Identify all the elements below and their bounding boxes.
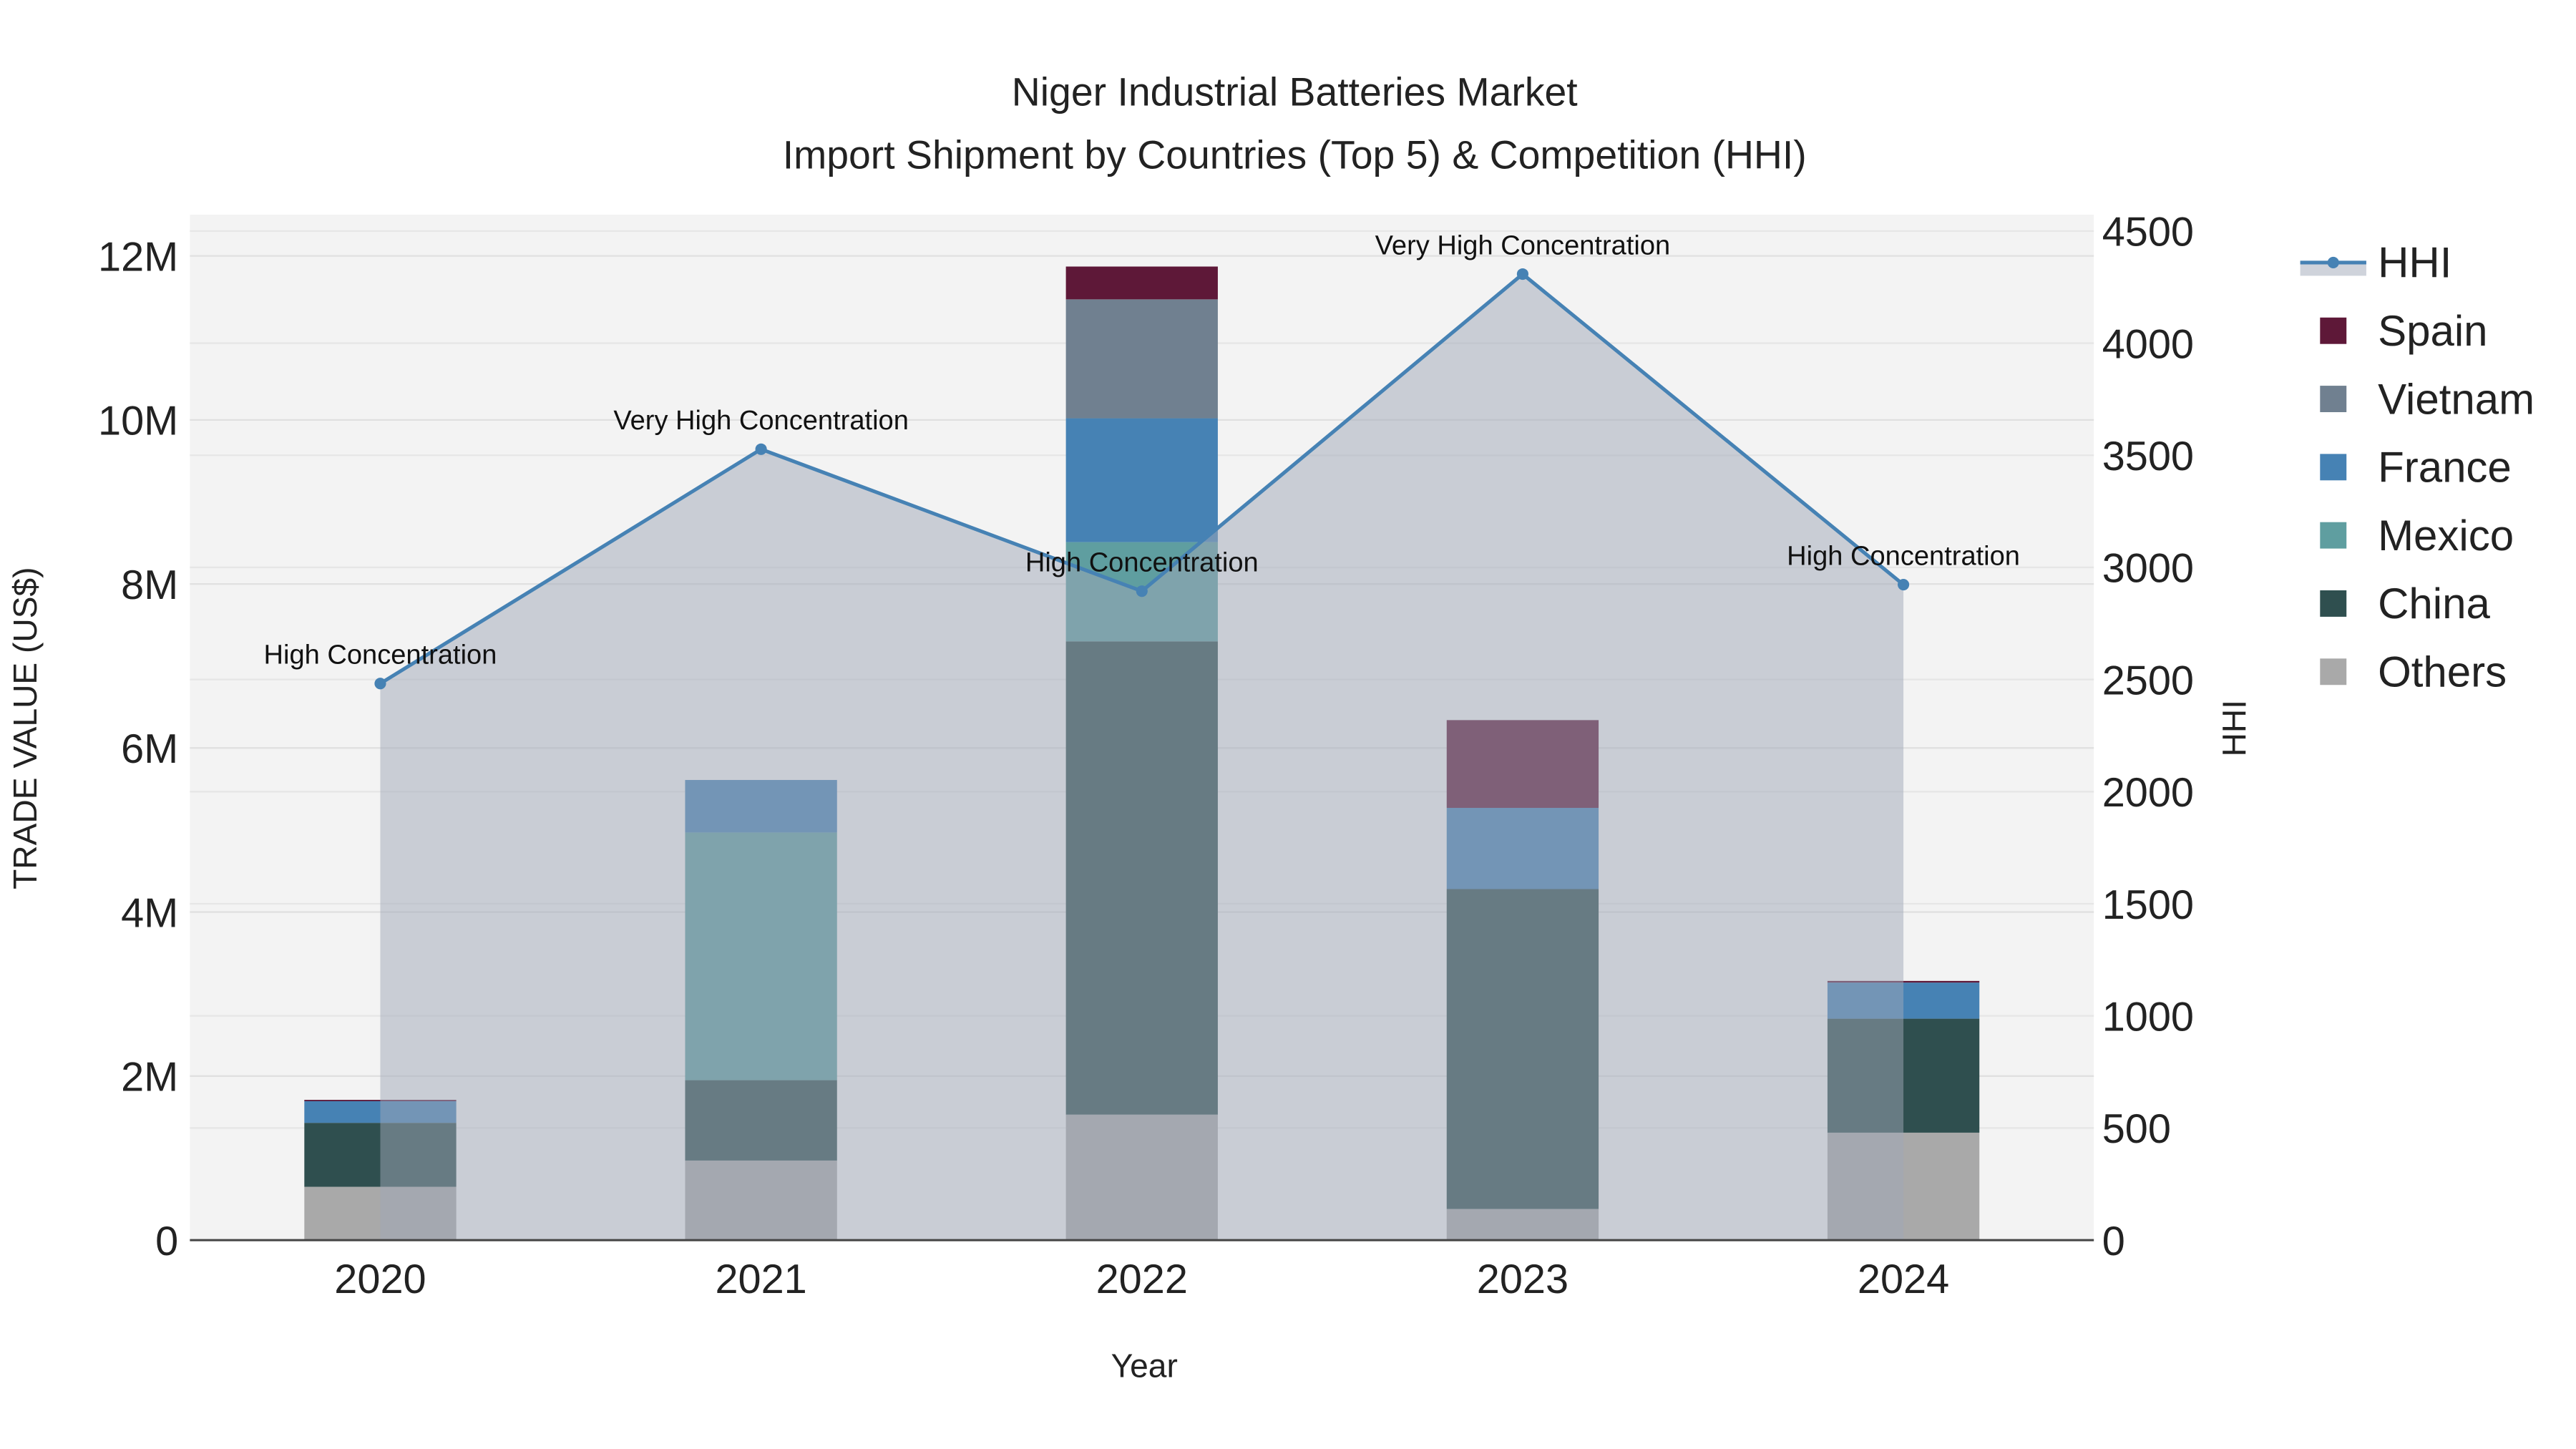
chart-subtitle: Import Shipment by Countries (Top 5) & C…: [783, 132, 1807, 177]
legend-label-france: France: [2378, 444, 2512, 492]
legend: HHI Spain Vietnam France Mexico China Others: [2300, 239, 2534, 696]
legend-swatch-france: [2320, 454, 2347, 481]
y2-tick-label: 0: [2102, 1219, 2125, 1264]
x-tick-labels: 2020 2021 2022 2023 2024: [334, 1257, 1949, 1302]
y2-tick-label: 1000: [2102, 994, 2194, 1040]
hhi-annotation: Very High Concentration: [1375, 230, 1671, 260]
x-tick-label: 2023: [1477, 1257, 1568, 1302]
legend-swatch-mexico: [2320, 522, 2347, 549]
chart-title: Niger Industrial Batteries Market: [1012, 70, 1578, 114]
hhi-point: [1136, 585, 1148, 597]
y2-axis-title: HHI: [2215, 700, 2253, 756]
x-axis-title: Year: [1111, 1347, 1178, 1385]
y2-tick-label: 3000: [2102, 546, 2194, 592]
y2-tick-label: 2000: [2102, 770, 2194, 816]
hhi-annotation: High Concentration: [1787, 541, 2020, 571]
y2-tick-label: 3500: [2102, 434, 2194, 479]
y-tick-label: 0: [155, 1219, 178, 1264]
hhi-point: [755, 443, 767, 455]
y2-tick-labels: 0 500 1000 1500 2000 2500 3000 3500 4000 4500: [2102, 210, 2194, 1264]
y-tick-label: 10M: [98, 399, 178, 444]
legend-label-vietnam: Vietnam: [2378, 375, 2534, 423]
x-tick-label: 2022: [1096, 1257, 1188, 1302]
legend-swatch-vietnam: [2320, 386, 2347, 412]
legend-label-mexico: Mexico: [2378, 512, 2514, 560]
bar-france-2022: [1065, 418, 1218, 542]
hhi-annotation: Very High Concentration: [613, 406, 909, 436]
bar-vietnam-2022: [1065, 299, 1218, 419]
hhi-point: [1516, 268, 1528, 280]
x-tick-label: 2024: [1858, 1257, 1949, 1302]
hhi-point: [1898, 578, 1910, 591]
hhi-annotation: High Concentration: [264, 640, 497, 670]
y2-tick-label: 500: [2102, 1106, 2171, 1152]
legend-marker-hhi: [2327, 256, 2339, 268]
y-tick-label: 8M: [121, 562, 178, 608]
y-tick-label: 12M: [98, 234, 178, 280]
legend-swatch-china: [2320, 590, 2347, 617]
bar-spain-2022: [1065, 266, 1218, 300]
y-axis-title: TRADE VALUE (US$): [6, 567, 44, 889]
hhi-point: [374, 678, 386, 690]
y-tick-label: 6M: [121, 726, 178, 772]
legend-label-spain: Spain: [2378, 307, 2487, 355]
y-tick-label: 4M: [121, 890, 178, 936]
legend-label-china: China: [2378, 580, 2490, 628]
chart: High Concentration Very High Concentratio…: [6, 70, 2534, 1385]
x-tick-label: 2021: [715, 1257, 806, 1302]
legend-label-hhi: HHI: [2378, 239, 2451, 287]
legend-swatch-spain: [2320, 317, 2347, 344]
x-tick-label: 2020: [334, 1257, 426, 1302]
y-tick-label: 2M: [121, 1055, 178, 1101]
y2-tick-label: 2500: [2102, 658, 2194, 703]
hhi-annotation: High Concentration: [1025, 547, 1259, 577]
y2-tick-label: 1500: [2102, 882, 2194, 928]
legend-swatch-others: [2320, 658, 2347, 686]
legend-label-others: Others: [2378, 648, 2507, 696]
y-tick-labels: 0 2M 4M 6M 8M 10M 12M: [98, 234, 178, 1264]
y2-tick-label: 4000: [2102, 321, 2194, 367]
y2-tick-label: 4500: [2102, 210, 2194, 255]
